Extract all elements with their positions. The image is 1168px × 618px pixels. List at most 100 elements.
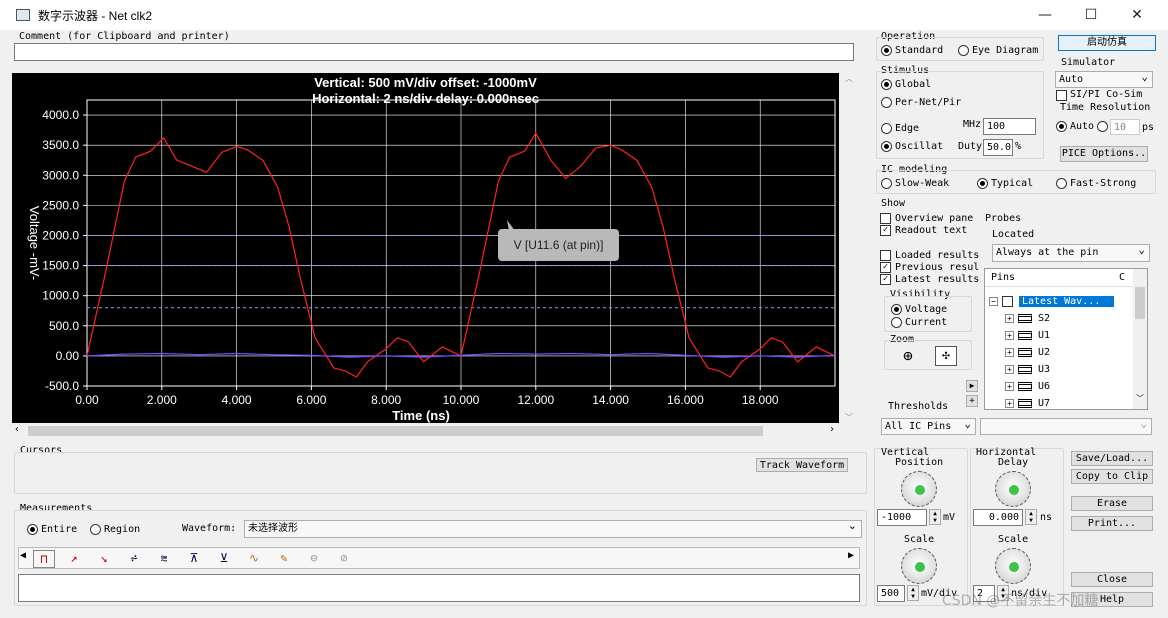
vertical-position-field[interactable]: -1000 — [877, 509, 927, 526]
region-radio[interactable] — [90, 524, 101, 535]
overshoot-icon[interactable]: ⩫ — [123, 550, 145, 568]
scrollbar-thumb[interactable] — [28, 426, 763, 436]
horizontal-scale-knob[interactable] — [995, 548, 1031, 584]
tree-root-row[interactable]: − Latest Wav... — [985, 293, 1115, 310]
save-load-button[interactable]: Save/Load... — [1071, 451, 1153, 466]
track-waveform-button[interactable]: Track Waveform — [756, 458, 848, 472]
y-tick-label: 4000.0 — [42, 108, 79, 122]
expand-icon[interactable]: + — [1005, 330, 1014, 340]
voltage-radio[interactable] — [891, 304, 902, 315]
rise-time-icon[interactable]: ↗ — [63, 550, 85, 568]
probes-label: Probes — [985, 213, 1022, 224]
tree-pin-row[interactable]: + U6 — [985, 378, 1050, 395]
standard-radio[interactable] — [881, 45, 892, 56]
per-net-radio[interactable] — [881, 97, 892, 108]
loaded-results-checkbox[interactable] — [880, 250, 891, 261]
current-radio[interactable] — [891, 317, 902, 328]
toolbar-scroll-right-icon[interactable]: ▶ — [848, 550, 854, 561]
edge-radio[interactable] — [881, 123, 892, 134]
horizontal-delay-field[interactable]: 0.000 — [973, 509, 1023, 526]
vertical-position-knob[interactable] — [901, 471, 937, 507]
minimize-button[interactable]: — — [1022, 0, 1068, 30]
undershoot-icon[interactable]: ⩬ — [153, 550, 175, 568]
pins-header: Pins — [991, 272, 1016, 283]
horizontal-delay-spinner[interactable]: ▲ ▼ — [1025, 509, 1037, 525]
oscilloscope-display[interactable]: 4000.0 3500.0 3000.0 2500.0 2000.0 1500.0 1000… — [12, 73, 839, 423]
expand-icon[interactable]: + — [1005, 398, 1014, 408]
thresholds-select[interactable]: All IC Pins — [881, 416, 976, 435]
zoom-in-icon[interactable]: ⊕ — [897, 346, 919, 366]
vertical-scale-spinner[interactable]: ▲ ▼ — [907, 585, 919, 601]
collapse-icon[interactable]: − — [989, 296, 998, 306]
overview-checkbox[interactable] — [880, 213, 891, 224]
simulator-select[interactable]: Auto — [1055, 69, 1153, 88]
copy-to-clip-button[interactable]: Copy to Clip — [1071, 469, 1153, 484]
ringback-icon[interactable]: ⊼ — [183, 550, 205, 568]
pulse-width-icon[interactable]: ⊓ — [33, 550, 55, 568]
duty-field[interactable]: 50.0 — [983, 139, 1013, 156]
tree-pin-row[interactable]: + U7 — [985, 395, 1050, 409]
add-icon[interactable]: + — [966, 395, 978, 407]
expand-icon[interactable]: + — [1005, 381, 1014, 391]
eye-measure-icon[interactable]: ⊘ — [333, 550, 355, 568]
tree-pin-row[interactable]: + S2 — [985, 310, 1050, 327]
plot-horizontal-scrollbar[interactable]: ‹ › — [12, 424, 839, 438]
close-button[interactable]: Close — [1071, 572, 1153, 587]
x-tick-label: 12.000 — [517, 393, 554, 407]
entire-radio[interactable] — [27, 524, 38, 535]
typical-radio[interactable] — [977, 178, 988, 189]
horizontal-delay-unit: ns — [1040, 512, 1053, 523]
oscillator-radio[interactable] — [881, 141, 892, 152]
eye-diagram-radio[interactable] — [958, 45, 969, 56]
marker-icon[interactable]: ✎ — [273, 550, 295, 568]
resolution-field[interactable]: 10 — [1110, 119, 1140, 135]
resolution-manual-radio[interactable] — [1097, 121, 1108, 132]
pins-tree-scrollbar[interactable]: ﹀ — [1133, 269, 1147, 409]
eye-mask-icon[interactable]: ⊖ — [303, 550, 325, 568]
tree-pin-row[interactable]: + U2 — [985, 344, 1050, 361]
slow-weak-radio[interactable] — [881, 178, 892, 189]
cosim-checkbox[interactable] — [1056, 90, 1067, 101]
tree-pin-row[interactable]: + U3 — [985, 361, 1050, 378]
expand-icon[interactable]: + — [1005, 364, 1014, 374]
expand-icon[interactable]: + — [1005, 313, 1014, 323]
tree-root-checkbox[interactable] — [1002, 295, 1013, 307]
comment-field[interactable] — [14, 43, 854, 61]
app-icon — [16, 9, 30, 21]
zoom-fit-icon[interactable]: ✣ — [935, 346, 957, 366]
vertical-scale-knob[interactable] — [901, 548, 937, 584]
print-button[interactable]: Print... — [1071, 516, 1153, 531]
resolution-auto-radio[interactable] — [1056, 121, 1067, 132]
slope-icon[interactable]: ∿ — [243, 550, 265, 568]
cursors-group — [14, 452, 867, 494]
erase-button[interactable]: Erase — [1071, 496, 1153, 511]
tree-pin-row[interactable]: + U1 — [985, 327, 1050, 344]
expand-right-icon[interactable]: ▶ — [966, 380, 978, 392]
previous-results-checkbox[interactable]: ✓ — [880, 262, 891, 273]
global-radio[interactable] — [881, 79, 892, 90]
settle-icon[interactable]: ⊻ — [213, 550, 235, 568]
thresholds-second-select[interactable] — [980, 416, 1152, 435]
pin-label: U1 — [1038, 330, 1051, 341]
vertical-scale-field[interactable]: 500 — [877, 585, 905, 602]
maximize-button[interactable]: ☐ — [1068, 0, 1114, 30]
waveform-plot[interactable]: 4000.0 3500.0 3000.0 2500.0 2000.0 1500.0 1000… — [12, 73, 839, 423]
readout-checkbox[interactable]: ✓ — [880, 225, 891, 236]
located-select[interactable]: Always at the pin — [992, 242, 1150, 262]
plot-vertical-scrollbar[interactable]: ︿ ﹀ — [842, 73, 856, 423]
start-simulation-button[interactable]: 启动仿真 — [1058, 35, 1156, 51]
spice-options-button[interactable]: PICE Options.. — [1060, 146, 1148, 162]
pin-label: U6 — [1038, 381, 1051, 392]
waveform-select[interactable]: 未选择波形 — [244, 518, 862, 538]
pins-tree[interactable]: Pins C ﹀ − Latest Wav... + S2 + U1 + U2 + U3 + U6 + U… — [984, 268, 1148, 410]
show-label: Show — [881, 198, 906, 209]
vertical-position-spinner[interactable]: ▲ ▼ — [929, 509, 941, 525]
expand-icon[interactable]: + — [1005, 347, 1014, 357]
fast-strong-radio[interactable] — [1056, 178, 1067, 189]
latest-results-checkbox[interactable]: ✓ — [880, 274, 891, 285]
close-window-button[interactable]: ✕ — [1114, 0, 1160, 30]
fall-time-icon[interactable]: ↘ — [93, 550, 115, 568]
frequency-field[interactable]: 100 — [983, 118, 1036, 135]
toolbar-scroll-left-icon[interactable]: ◀ — [20, 550, 26, 561]
horizontal-delay-knob[interactable] — [995, 471, 1031, 507]
